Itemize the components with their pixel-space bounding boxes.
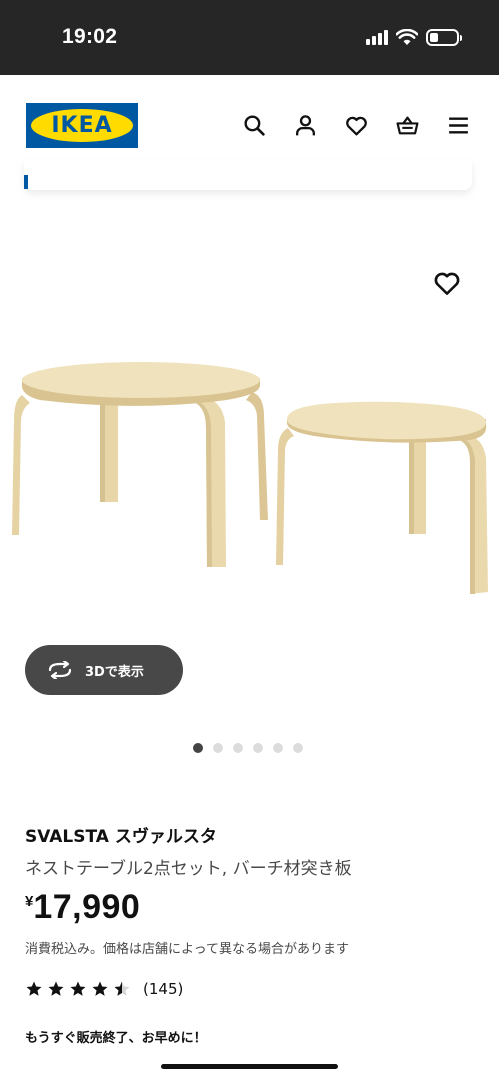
product-rating[interactable]: (145) [25, 980, 183, 998]
star-full-icon [26, 981, 42, 996]
price-currency: ¥ [25, 893, 34, 910]
ending-soon-notice: もうすぐ販売終了、お早めに！ [25, 1031, 207, 1046]
large-nesting-table [12, 362, 268, 567]
info-banner-card[interactable] [24, 160, 472, 190]
review-count: (145) [143, 980, 184, 998]
wifi-icon [396, 28, 418, 45]
product-description: ネストテーブル2点セット, バーチ材突き板 [25, 859, 352, 879]
tax-note: 消費税込み。価格は店舗によって異なる場合があります [25, 942, 349, 957]
ikea-logo[interactable]: IKEA [26, 103, 138, 148]
small-nesting-table [276, 401, 488, 594]
product-name: SVALSTA スヴァルスタ [25, 827, 217, 847]
logo-text: IKEA [51, 113, 113, 138]
favorite-heart-icon[interactable] [432, 268, 462, 298]
status-time: 19:02 [62, 25, 118, 48]
view-in-3d-button[interactable]: 3Dで表示 [25, 645, 183, 695]
menu-icon[interactable] [446, 113, 471, 138]
product-image[interactable] [0, 240, 499, 620]
image-carousel-dots [193, 743, 303, 753]
carousel-dot[interactable] [193, 743, 203, 753]
star-full-icon [92, 981, 108, 996]
banner-accent [24, 175, 28, 189]
battery-icon [426, 28, 462, 46]
star-half-icon [114, 981, 130, 996]
header-actions [242, 113, 471, 138]
status-icons [366, 26, 462, 48]
carousel-dot[interactable] [233, 743, 243, 753]
home-indicator [161, 1064, 338, 1069]
carousel-dot[interactable] [253, 743, 263, 753]
star-full-icon [48, 981, 64, 996]
cellular-signal-icon [366, 29, 388, 45]
star-full-icon [70, 981, 86, 996]
carousel-dot[interactable] [213, 743, 223, 753]
account-icon[interactable] [293, 113, 318, 138]
price-value: 17,990 [33, 888, 141, 926]
status-bar: 19:02 [0, 0, 499, 75]
wishlist-heart-icon[interactable] [344, 113, 369, 138]
view-in-3d-label: 3Dで表示 [85, 664, 144, 680]
carousel-dot[interactable] [293, 743, 303, 753]
shopping-bag-icon[interactable] [395, 113, 420, 138]
product-price: ¥ 17,990 [25, 888, 140, 927]
search-icon[interactable] [242, 113, 267, 138]
carousel-dot[interactable] [273, 743, 283, 753]
rotate-arrows-icon [48, 661, 72, 679]
